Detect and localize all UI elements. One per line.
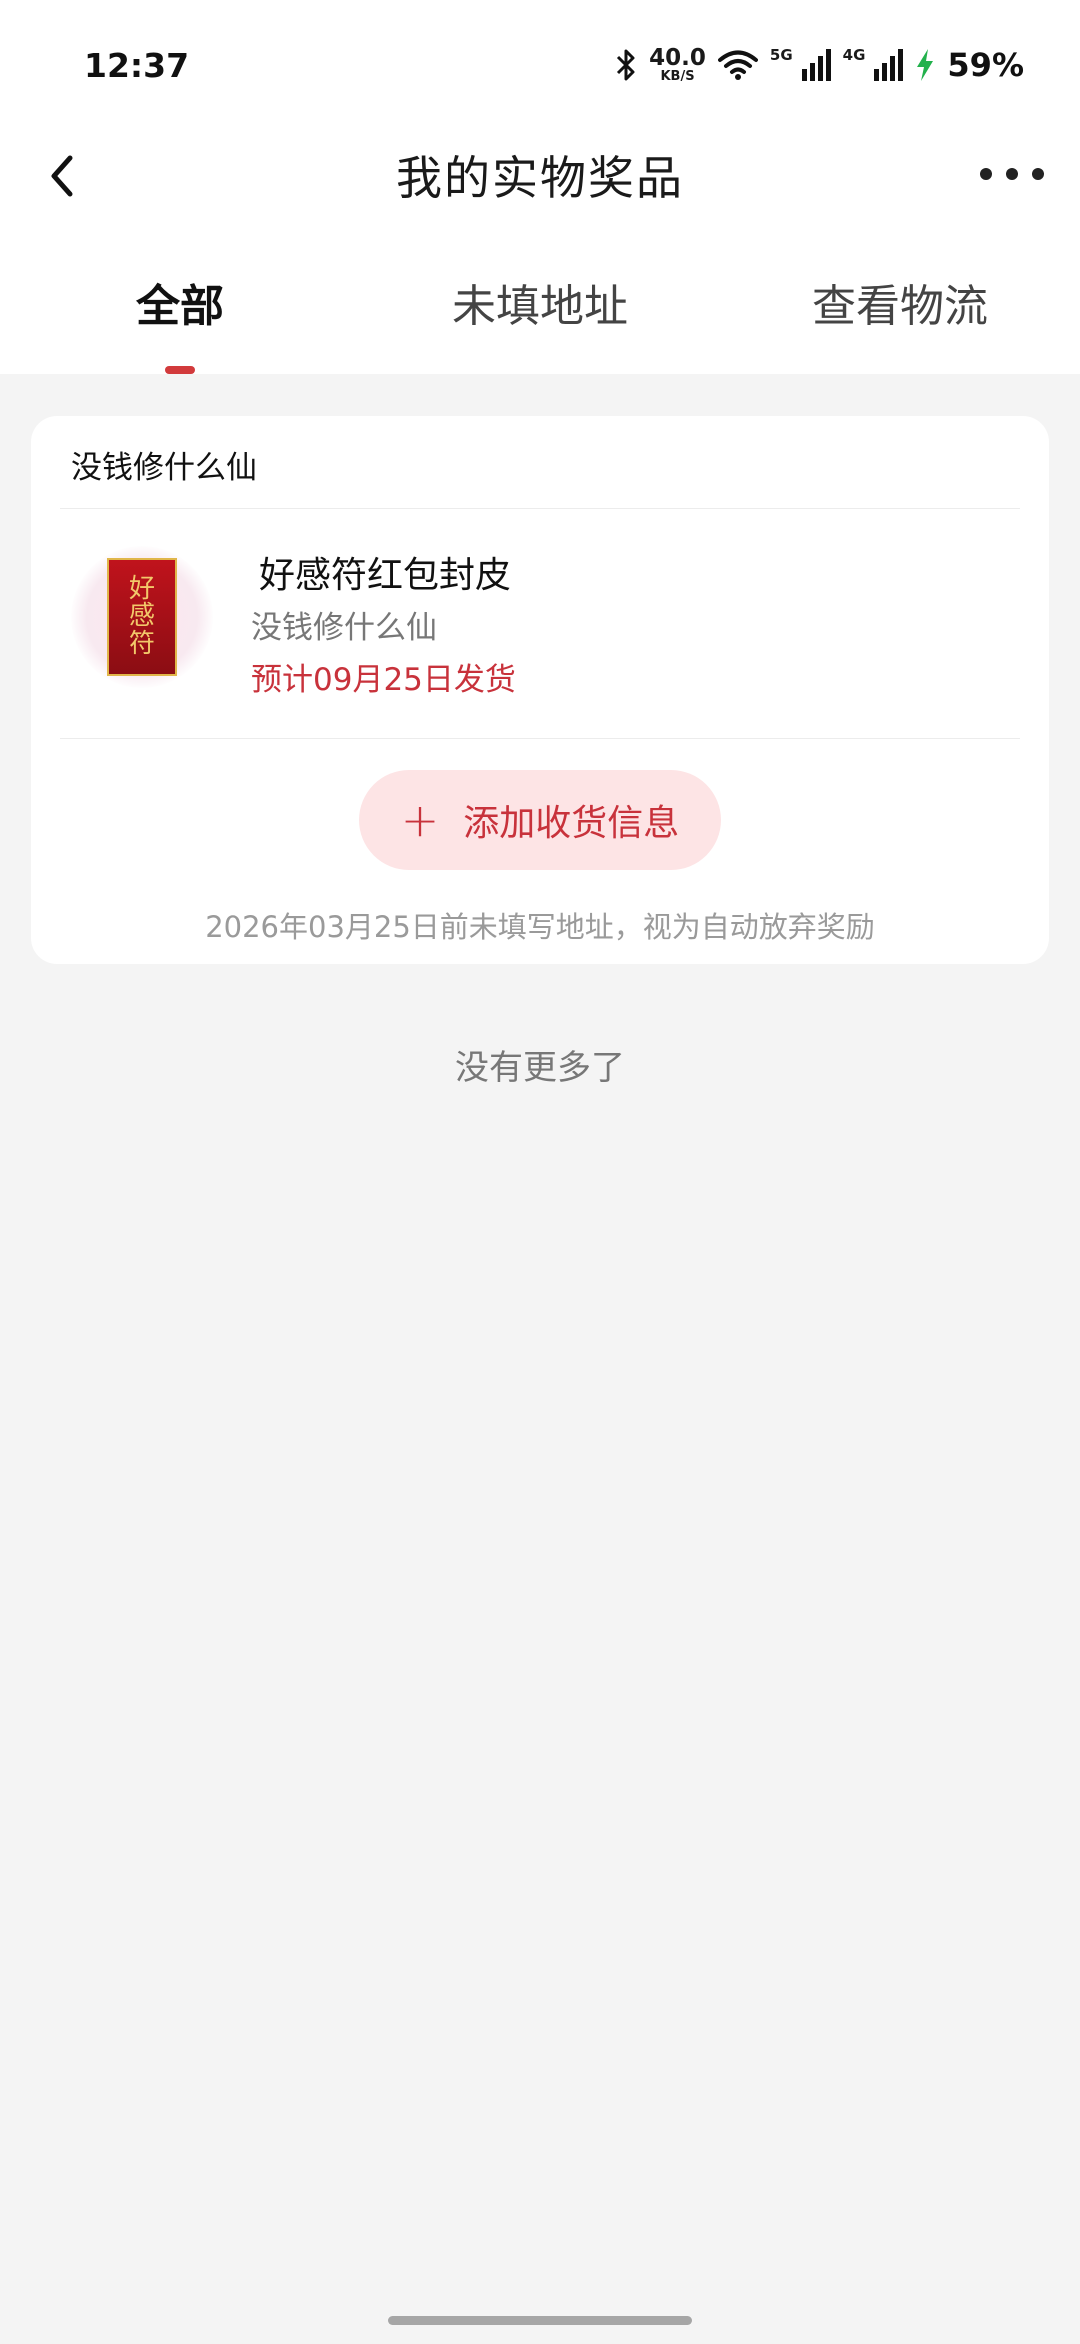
tab-active-indicator	[165, 366, 195, 374]
red-envelope-image: 好 感 符	[107, 558, 177, 676]
shipping-estimate: 预计09月25日发货	[251, 662, 516, 698]
more-dot	[980, 168, 992, 180]
shop-name: 没钱修什么仙	[71, 450, 257, 486]
speed-value: 40.0	[649, 45, 706, 71]
more-dot	[1032, 168, 1044, 180]
tab-bar: 全部 未填地址 查看物流	[0, 270, 1080, 374]
tab-all[interactable]: 全部	[0, 270, 360, 334]
network-speed: 40.0 KB/S	[649, 45, 706, 84]
add-shipping-info-label: 添加收货信息	[463, 803, 680, 844]
bluetooth-icon	[615, 48, 637, 82]
plus-icon: +	[400, 793, 440, 847]
envelope-char: 符	[128, 628, 155, 659]
prize-name: 好感符红包封皮	[259, 555, 512, 596]
status-icons: 40.0 KB/S 5G 4G 59%	[615, 46, 1024, 84]
no-more-text: 没有更多了	[455, 1048, 625, 1088]
divider	[60, 508, 1020, 509]
prize-thumbnail[interactable]: 好 感 符	[71, 546, 213, 688]
tab-no-address[interactable]: 未填地址	[360, 270, 720, 334]
prize-subtitle: 没钱修什么仙	[251, 610, 437, 646]
prize-card: 没钱修什么仙 好 感 符 好感符红包封皮 没钱修什么仙 预计09月25日发货 +…	[31, 416, 1049, 964]
net-5g-label: 5G	[769, 46, 793, 64]
net-4g-label: 4G	[842, 46, 866, 64]
wifi-icon	[717, 49, 758, 81]
battery-percent: 59%	[947, 46, 1024, 84]
speed-unit: KB/S	[660, 69, 695, 84]
divider	[60, 738, 1020, 739]
home-indicator[interactable]	[388, 2316, 692, 2325]
tab-logistics[interactable]: 查看物流	[720, 270, 1080, 334]
address-deadline-notice: 2026年03月25日前未填写地址，视为自动放弃奖励	[205, 910, 875, 944]
signal-4g-icon	[873, 49, 904, 81]
more-button[interactable]	[980, 156, 1044, 192]
more-dot	[1006, 168, 1018, 180]
add-shipping-info-button[interactable]: + 添加收货信息	[359, 770, 721, 870]
signal-5g-icon	[801, 49, 831, 81]
envelope-char: 感	[128, 601, 155, 632]
status-time: 12:37	[84, 46, 190, 85]
page-title: 我的实物奖品	[396, 151, 684, 205]
envelope-char: 好	[128, 574, 155, 605]
charging-icon	[915, 49, 935, 81]
